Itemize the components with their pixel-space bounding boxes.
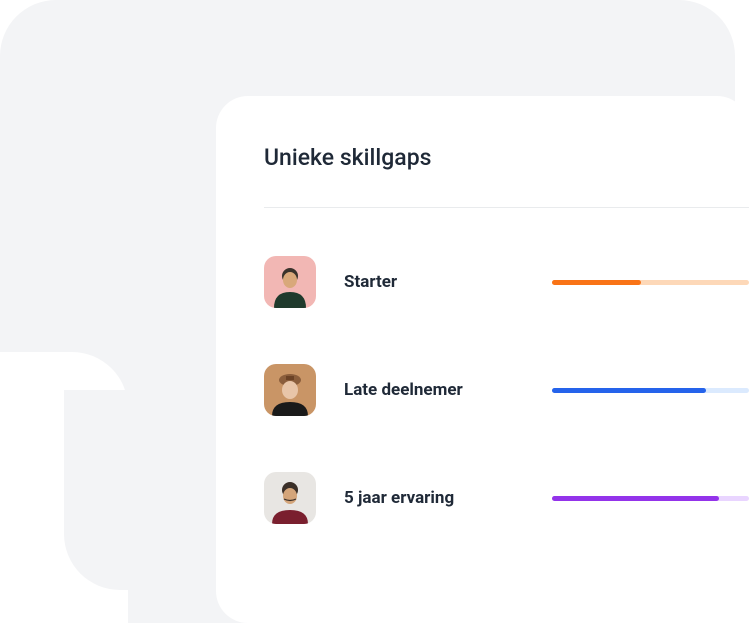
- divider: [264, 207, 749, 208]
- backdrop-fill: [64, 390, 224, 590]
- skillgap-list: Starter Late deelnemer: [264, 256, 749, 524]
- row-label: Starter: [344, 272, 524, 292]
- progress-bar: [552, 496, 749, 501]
- progress-fill: [552, 496, 719, 501]
- list-item: Late deelnemer: [264, 364, 749, 416]
- progress-fill: [552, 388, 706, 393]
- row-label: 5 jaar ervaring: [344, 488, 524, 508]
- person-icon: [264, 472, 316, 524]
- person-icon: [264, 364, 316, 416]
- progress-bar: [552, 388, 749, 393]
- person-icon: [264, 256, 316, 308]
- avatar: [264, 472, 316, 524]
- list-item: 5 jaar ervaring: [264, 472, 749, 524]
- progress-fill: [552, 280, 641, 285]
- skillgaps-card: Unieke skillgaps Starter: [216, 96, 749, 623]
- list-item: Starter: [264, 256, 749, 308]
- avatar: [264, 256, 316, 308]
- row-label: Late deelnemer: [344, 380, 524, 400]
- avatar: [264, 364, 316, 416]
- card-title: Unieke skillgaps: [264, 144, 749, 171]
- progress-bar: [552, 280, 749, 285]
